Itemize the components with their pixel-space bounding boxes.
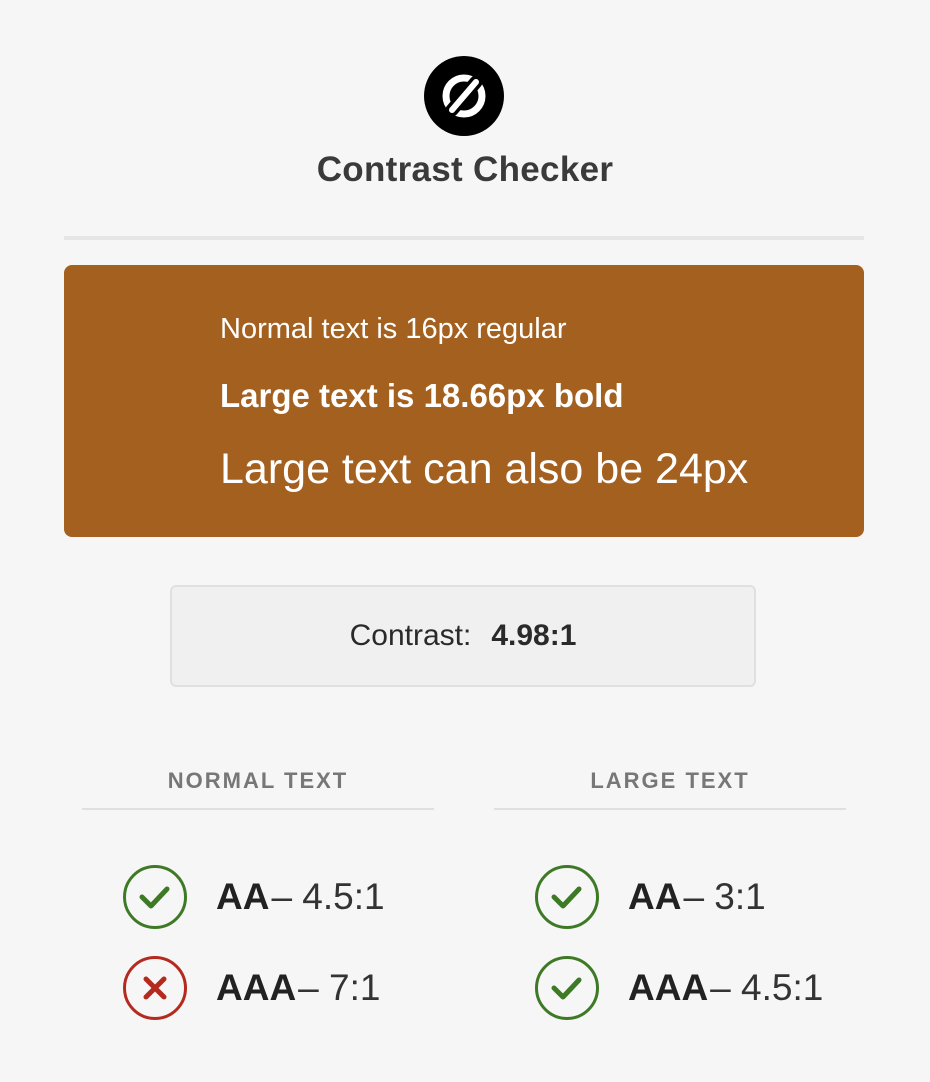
- preview-bold-text: Large text is 18.66px bold: [220, 377, 624, 414]
- large-text-column: LARGE TEXT: [494, 768, 846, 810]
- result-level: AAA: [216, 967, 297, 1008]
- result-ratio: – 4.5:1: [710, 967, 824, 1008]
- x-circle-icon: [122, 955, 188, 1021]
- normal-aaa-result: AAA – 7:1: [122, 955, 380, 1021]
- result-level: AA: [216, 876, 270, 917]
- result-ratio: – 3:1: [683, 876, 766, 917]
- result-ratio: – 4.5:1: [271, 876, 385, 917]
- large-aa-result: AA – 3:1: [534, 864, 766, 930]
- contrast-label: Contrast:: [349, 619, 472, 652]
- contrast-result: Contrast: 4.98:1: [170, 585, 756, 687]
- preview-large-text: Large text can also be 24px: [220, 445, 749, 493]
- normal-text-header: NORMAL TEXT: [82, 768, 434, 810]
- large-aaa-result: AAA – 4.5:1: [534, 955, 823, 1021]
- page-title: Contrast Checker: [316, 150, 614, 189]
- preview-panel: Normal text is 16px regular Large text i…: [64, 265, 864, 537]
- large-text-header: LARGE TEXT: [494, 768, 846, 810]
- result-level: AAA: [628, 967, 709, 1008]
- result-level: AA: [628, 876, 682, 917]
- header-divider: [64, 236, 864, 240]
- result-ratio: – 7:1: [298, 967, 381, 1008]
- preview-normal-text: Normal text is 16px regular: [220, 313, 567, 345]
- contrast-value: 4.98:1: [491, 619, 577, 652]
- slashed-circle-logo-icon: [442, 74, 486, 118]
- check-circle-icon: [534, 864, 600, 930]
- check-circle-icon: [534, 955, 600, 1021]
- normal-text-column: NORMAL TEXT: [82, 768, 434, 810]
- normal-aa-result: AA – 4.5:1: [122, 864, 385, 930]
- logo-icon: [424, 56, 504, 136]
- check-circle-icon: [122, 864, 188, 930]
